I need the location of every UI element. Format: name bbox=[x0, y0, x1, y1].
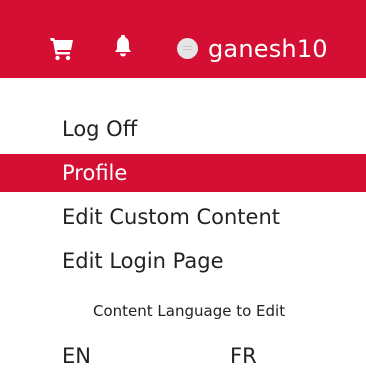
username[interactable]: ganesh10 bbox=[208, 34, 328, 64]
content-language-label: Content Language to Edit bbox=[93, 302, 286, 320]
language-option-fr[interactable]: FR bbox=[230, 342, 257, 370]
menu-item-edit-custom-content[interactable]: Edit Custom Content bbox=[0, 198, 366, 236]
shopping-cart-icon[interactable] bbox=[49, 36, 75, 62]
bell-icon[interactable] bbox=[113, 35, 133, 59]
menu-item-log-off[interactable]: Log Off bbox=[0, 110, 366, 148]
language-option-en[interactable]: EN bbox=[62, 342, 91, 370]
avatar[interactable] bbox=[177, 38, 198, 59]
menu-item-label: Profile bbox=[62, 161, 128, 185]
top-bar: ganesh10 bbox=[0, 0, 366, 78]
menu-item-label: Edit Custom Content bbox=[62, 205, 280, 229]
menu-item-profile[interactable]: Profile bbox=[0, 154, 366, 192]
menu-item-label: Log Off bbox=[62, 117, 138, 141]
menu-item-label: Edit Login Page bbox=[62, 249, 224, 273]
menu-item-edit-login-page[interactable]: Edit Login Page bbox=[0, 242, 366, 280]
